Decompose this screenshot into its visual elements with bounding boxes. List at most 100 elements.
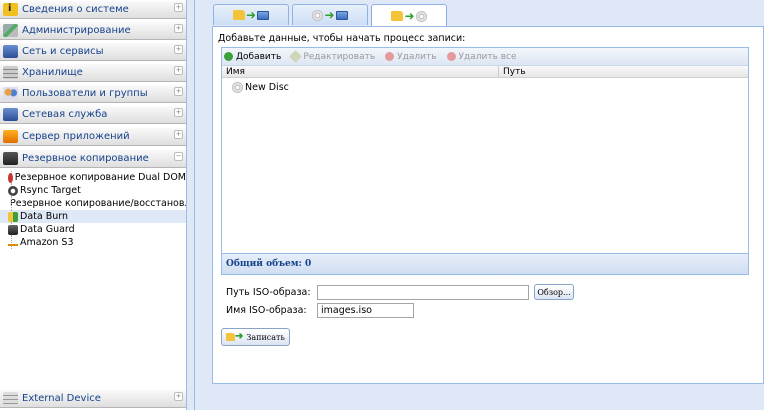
iso-path-row: Путь ISO-образа: Обзор...: [226, 284, 574, 300]
tree-item-rsync-target[interactable]: Rsync Target: [0, 184, 186, 197]
section-administration[interactable]: Администрирование +: [0, 21, 186, 40]
column-name-header[interactable]: Имя: [222, 66, 499, 77]
iso-icon: [257, 10, 270, 20]
app-server-icon: [3, 130, 18, 143]
burn-content-panel: Добавьте данные, чтобы начать процесс за…: [212, 26, 764, 384]
network-icon: [3, 45, 18, 58]
edit-button[interactable]: Редактировать: [289, 50, 376, 63]
iso-name-row: Имя ISO-образа:: [226, 303, 414, 318]
external-device-icon: [3, 392, 18, 405]
section-label: Хранилище: [22, 67, 83, 78]
iso-name-label: Имя ISO-образа:: [226, 305, 307, 316]
tree-item-data-burn[interactable]: Data Burn: [0, 210, 186, 223]
burn-data-grid: Добавить Редактировать Удалить Удалить в…: [221, 47, 749, 275]
burn-label: Записать: [246, 332, 285, 342]
burn-button[interactable]: ➜ Записать: [221, 328, 290, 346]
add-label: Добавить: [236, 51, 282, 62]
tree-item-amazon-s3[interactable]: Amazon S3: [0, 236, 186, 249]
delete-button[interactable]: Удалить: [385, 51, 437, 62]
edit-icon: [289, 50, 303, 63]
dual-dom-icon: [8, 172, 13, 183]
section-label: Сведения о системе: [22, 4, 129, 15]
section-label: External Device: [22, 393, 101, 404]
tree-item-label: Rsync Target: [20, 185, 81, 196]
delete-label: Удалить: [397, 51, 437, 62]
tab-folder-to-disc[interactable]: ➜: [371, 4, 447, 27]
grid-header: Имя Путь: [222, 66, 748, 78]
section-storage[interactable]: Хранилище +: [0, 63, 186, 82]
sidebar: Сведения о системе + Администрирование +…: [0, 0, 187, 410]
expand-icon[interactable]: +: [174, 87, 183, 96]
main-panel: ➜ ➜ ➜ Добавьте данные, чтобы начать проц…: [194, 0, 764, 410]
column-path-header[interactable]: Путь: [499, 66, 526, 77]
expand-icon[interactable]: +: [174, 130, 183, 139]
tree-item-label: Data Guard: [20, 224, 75, 235]
tree-item-label: Amazon S3: [20, 237, 74, 248]
section-backup[interactable]: Резервное копирование −: [0, 149, 186, 168]
add-button[interactable]: Добавить: [224, 52, 281, 62]
section-network-services[interactable]: Сеть и сервисы +: [0, 42, 186, 61]
collapse-icon[interactable]: −: [174, 152, 183, 161]
iso-path-input[interactable]: [317, 284, 529, 300]
disc-icon: [312, 9, 324, 21]
expand-icon[interactable]: +: [174, 66, 183, 75]
backup-tree: Резервное копирование Dual DOM Rsync Tar…: [0, 171, 186, 249]
section-label: Сервер приложений: [22, 131, 130, 142]
table-row[interactable]: New Disc: [232, 82, 289, 93]
section-app-server[interactable]: Сервер приложений +: [0, 127, 186, 146]
grid-toolbar: Добавить Редактировать Удалить Удалить в…: [222, 48, 748, 66]
section-label: Администрирование: [22, 25, 131, 36]
tree-item-label: Data Burn: [20, 211, 69, 222]
expand-icon[interactable]: +: [174, 45, 183, 54]
expand-icon[interactable]: +: [174, 392, 183, 401]
disc-icon: [415, 10, 427, 22]
iso-name-input[interactable]: [317, 303, 414, 318]
section-label: Сеть и сервисы: [22, 46, 104, 57]
browse-button[interactable]: Обзор...: [534, 284, 574, 300]
users-icon: [3, 87, 18, 100]
arrow-right-icon: ➜: [404, 9, 415, 23]
backup-icon: [3, 152, 18, 165]
burn-mode-tabs: ➜ ➜ ➜: [213, 4, 450, 27]
section-label: Сетевая служба: [22, 109, 108, 120]
section-label: Резервное копирование: [22, 153, 149, 164]
data-burn-icon: [8, 211, 18, 222]
iso-icon: [335, 10, 348, 20]
delete-all-button[interactable]: Удалить все: [446, 51, 517, 62]
folder-icon: [226, 333, 235, 341]
delete-all-icon: [446, 52, 456, 61]
iso-path-label: Путь ISO-образа:: [226, 286, 311, 298]
expand-icon[interactable]: +: [174, 24, 183, 33]
amazon-s3-icon: [8, 240, 18, 246]
folder-icon: [232, 10, 245, 20]
data-guard-icon: [8, 224, 18, 235]
total-size: Общий объем: 0: [222, 253, 748, 274]
tab-disc-to-iso[interactable]: ➜: [292, 4, 368, 25]
tree-item-dual-dom[interactable]: Резервное копирование Dual DOM: [0, 171, 186, 184]
edit-label: Редактировать: [303, 51, 376, 62]
tab-folder-to-iso[interactable]: ➜: [213, 4, 289, 25]
network-service-icon: [3, 108, 18, 121]
tools-icon: [3, 24, 18, 37]
tree-item-backup-restore[interactable]: Резервное копирование/восстановление: [0, 197, 186, 210]
tree-item-label: Резервное копирование/восстановление: [10, 198, 186, 209]
expand-icon[interactable]: +: [174, 108, 183, 117]
tree-item-data-guard[interactable]: Data Guard: [0, 223, 186, 236]
section-label: Пользователи и группы: [22, 88, 148, 99]
arrow-right-icon: ➜: [245, 8, 257, 22]
delete-all-label: Удалить все: [458, 51, 517, 62]
section-system-info[interactable]: Сведения о системе +: [0, 0, 186, 19]
rsync-icon: [8, 185, 18, 196]
expand-icon[interactable]: +: [174, 3, 183, 12]
section-users-groups[interactable]: Пользователи и группы +: [0, 84, 186, 103]
arrow-right-icon: ➜: [324, 8, 335, 22]
instruction-text: Добавьте данные, чтобы начать процесс за…: [218, 33, 466, 44]
storage-icon: [3, 66, 18, 79]
folder-icon: [391, 11, 404, 21]
section-external-device[interactable]: External Device +: [0, 389, 186, 408]
info-icon: [3, 3, 18, 16]
section-network-service[interactable]: Сетевая служба +: [0, 105, 186, 124]
add-icon: [224, 52, 233, 61]
row-name: New Disc: [245, 82, 289, 93]
arrow-right-icon: ➜: [235, 331, 244, 342]
